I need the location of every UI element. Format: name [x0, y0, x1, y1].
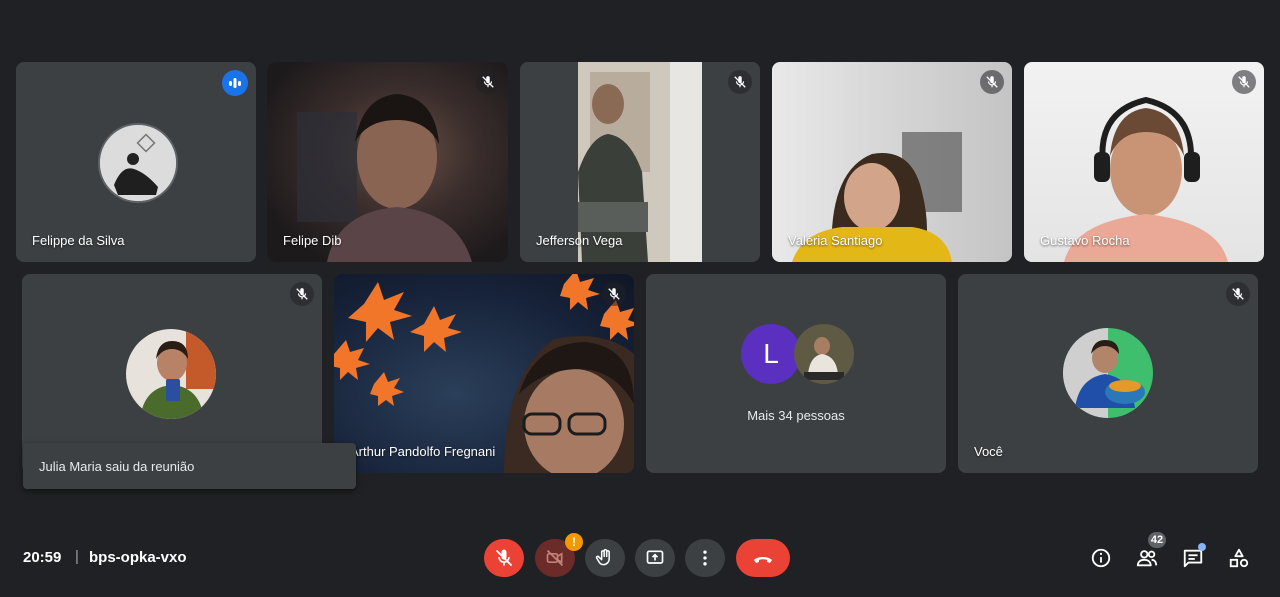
- participant-avatar: [98, 123, 178, 203]
- participant-avatar-letter: L: [741, 324, 801, 384]
- info-icon: [1091, 548, 1111, 568]
- participant-tile[interactable]: Gustavo Rocha: [1024, 62, 1264, 262]
- raise-hand-icon: [595, 548, 610, 566]
- mic-muted-icon: [476, 70, 500, 94]
- chat-button[interactable]: [1181, 543, 1206, 570]
- bottom-bar: 20:59 | bps-opka-vxo !: [0, 533, 1280, 581]
- notification-toast: Julia Maria saiu da reunião: [23, 443, 356, 489]
- chat-unread-dot: [1198, 543, 1206, 551]
- show-everyone-button[interactable]: [1135, 546, 1159, 570]
- end-call-icon: [754, 557, 772, 563]
- participant-name: Valéria Santiago: [788, 233, 883, 248]
- people-icon: [1136, 550, 1158, 567]
- participant-tile[interactable]: Felipe Dib: [267, 62, 508, 262]
- others-tile[interactable]: L Mais 34 pessoas: [646, 274, 946, 473]
- participant-name: Felippe da Silva: [32, 233, 125, 248]
- meeting-code: bps-opka-vxo: [89, 549, 187, 566]
- activities-button[interactable]: [1227, 546, 1251, 570]
- meeting-time: 20:59: [23, 549, 62, 566]
- participant-name: Jefferson Vega: [536, 233, 623, 248]
- mic-off-icon: [495, 549, 513, 567]
- participant-tile[interactable]: Felippe da Silva: [16, 62, 256, 262]
- mic-muted-icon: [1232, 70, 1256, 94]
- self-tile[interactable]: Você: [958, 274, 1258, 473]
- participant-avatar: [794, 324, 854, 384]
- mic-muted-icon: [290, 282, 314, 306]
- camera-warning-badge: !: [565, 533, 583, 551]
- meeting-separator: |: [75, 548, 79, 565]
- participant-video: [520, 62, 760, 262]
- mic-muted-icon: [728, 70, 752, 94]
- more-options-button[interactable]: [685, 539, 725, 577]
- present-screen-button[interactable]: [635, 539, 675, 577]
- participant-video: [267, 62, 508, 262]
- toast-text: Julia Maria saiu da reunião: [39, 458, 195, 474]
- camera-off-icon: [546, 549, 564, 567]
- toggle-camera-button[interactable]: !: [535, 533, 583, 577]
- participant-name: Gustavo Rocha: [1040, 233, 1130, 248]
- people-count-badge: 42: [1148, 532, 1166, 548]
- participant-avatar: [1063, 328, 1153, 418]
- end-call-button[interactable]: [736, 539, 790, 577]
- meeting-details-button[interactable]: [1089, 546, 1113, 570]
- mic-muted-icon: [1226, 282, 1250, 306]
- mic-muted-icon: [602, 282, 626, 306]
- mic-muted-icon: [980, 70, 1004, 94]
- participant-avatar: [126, 329, 216, 419]
- participant-video: [1024, 62, 1264, 262]
- participant-name: Arthur Pandolfo Fregnani: [350, 444, 496, 459]
- participant-tile[interactable]: Valéria Santiago: [772, 62, 1012, 262]
- participant-name: Felipe Dib: [283, 233, 342, 248]
- more-options-icon: [703, 550, 707, 566]
- toggle-mic-button[interactable]: [484, 539, 524, 577]
- participant-tile[interactable]: Arthur Pandolfo Fregnani: [334, 274, 634, 473]
- speaking-indicator-icon: [222, 70, 248, 96]
- participant-video: [772, 62, 1012, 262]
- present-screen-icon: [646, 550, 664, 564]
- raise-hand-button[interactable]: [585, 539, 625, 577]
- participant-tile[interactable]: Jefferson Vega: [520, 62, 760, 262]
- participant-name: Você: [974, 444, 1003, 459]
- activities-icon: [1229, 548, 1249, 568]
- others-count-label: Mais 34 pessoas: [747, 408, 845, 423]
